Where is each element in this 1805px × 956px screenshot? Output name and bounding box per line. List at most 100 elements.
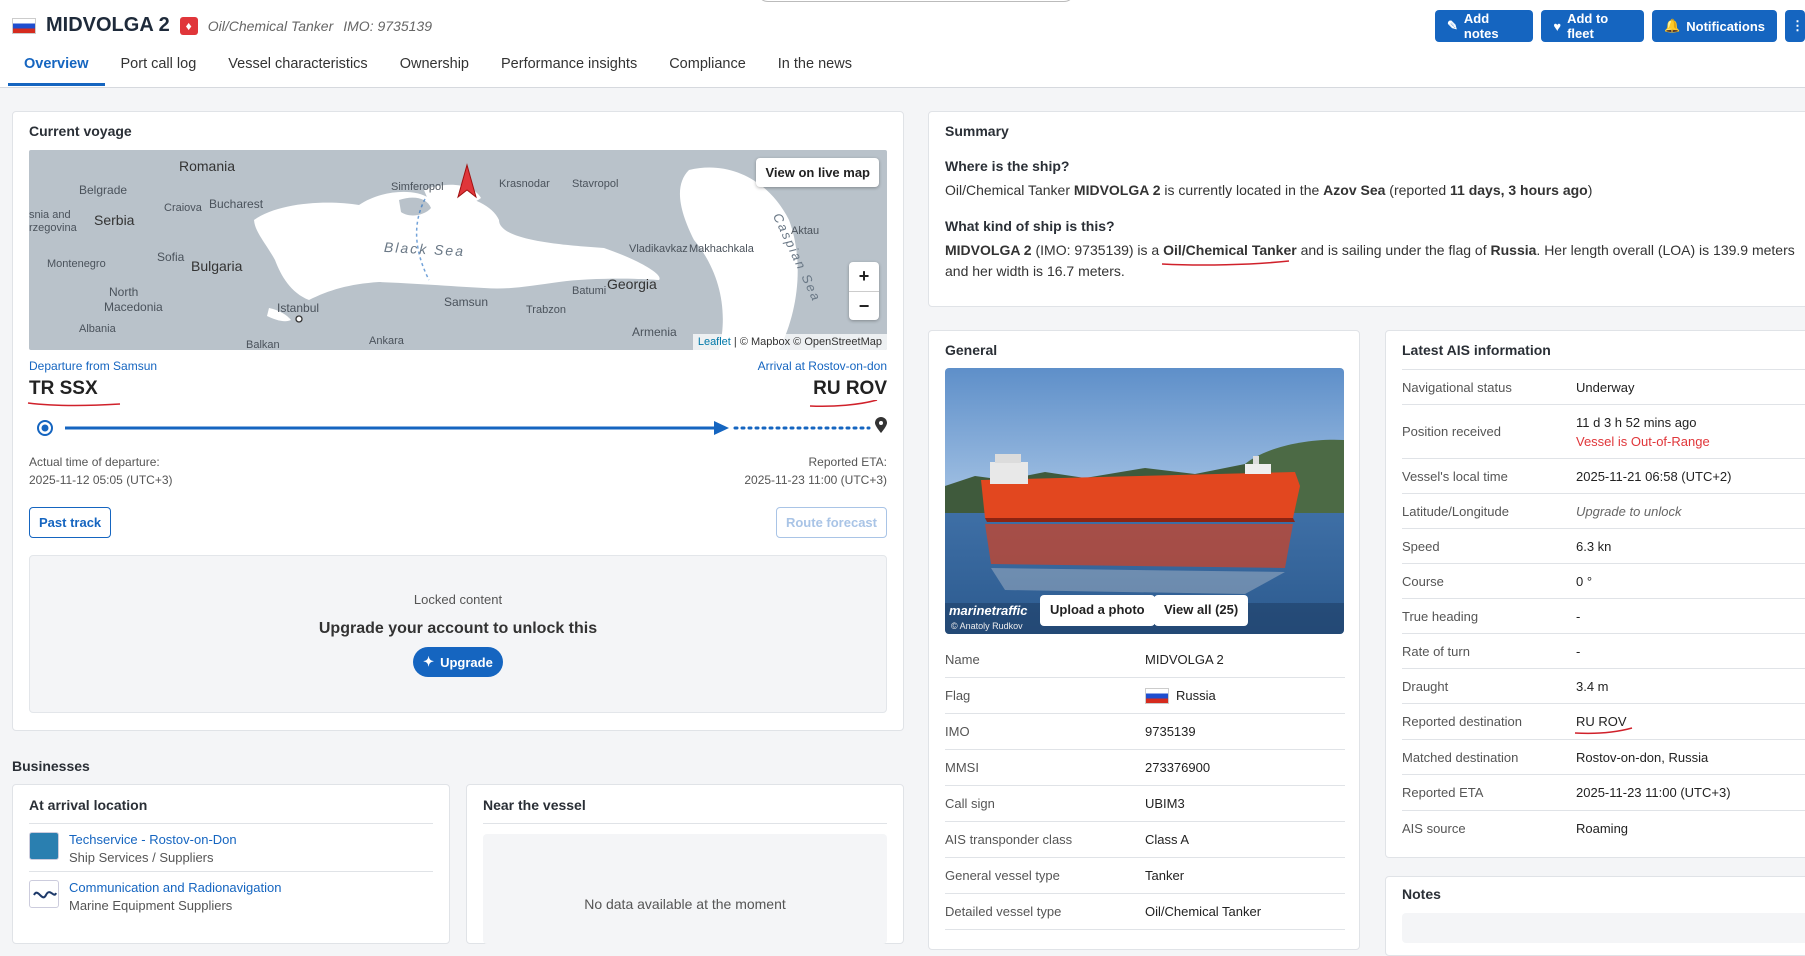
route-forecast-button[interactable]: Route forecast (775, 507, 887, 538)
text: Oil/Chemical Tanker (1163, 242, 1297, 258)
voyage-map[interactable]: Romania Belgrade Craiova Bucharest Serbi… (29, 150, 887, 350)
tab-ownership[interactable]: Ownership (384, 48, 485, 86)
tab-in-the-news[interactable]: In the news (762, 48, 868, 86)
zoom-in-button[interactable]: + (849, 262, 879, 291)
view-all-photos-button[interactable]: View all (25) (1154, 595, 1249, 626)
tab-overview[interactable]: Overview (8, 48, 105, 86)
tab-performance-insights[interactable]: Performance insights (485, 48, 653, 86)
row-key: Course (1402, 573, 1444, 589)
business-list: Techservice - Rostov-on-Don Ship Services… (29, 823, 433, 919)
lat-lon-locked[interactable]: Upgrade to unlock (1576, 504, 1682, 519)
row-key: General vessel type (945, 868, 1060, 883)
add-to-fleet-button[interactable]: ♥ Add to fleet (1541, 10, 1645, 42)
notes-card: Notes (1385, 876, 1805, 956)
business-name[interactable]: Communication and Radionavigation (69, 880, 281, 895)
table-row: Latitude/Longitude Upgrade to unlock (1402, 494, 1805, 529)
more-menu-button[interactable]: ⋮ (1785, 10, 1805, 42)
table-row: Flag Russia (945, 678, 1345, 714)
add-notes-button[interactable]: ✎ Add notes (1435, 10, 1534, 42)
row-key: Name (945, 652, 980, 667)
search-bar[interactable] (757, 0, 1075, 2)
current-voyage-card: Current voyage Romania Belgrade Craiova … (12, 111, 904, 731)
zoom-out-button[interactable]: − (849, 291, 879, 320)
table-row: MMSI 273376900 (945, 750, 1345, 786)
row-key: Reported destination (1402, 714, 1522, 729)
summary-title: Summary (945, 123, 1009, 139)
row-key: Position received (1402, 424, 1501, 439)
position-received-values: 11 d 3 h 52 mins ago Vessel is Out-of-Ran… (1576, 415, 1710, 449)
reported-destination-value: RU ROV (1574, 714, 1633, 735)
photo-brand: marinetraffic (949, 603, 1028, 618)
tab-port-call-log[interactable]: Port call log (105, 48, 213, 86)
departure-port[interactable]: TR SSX (29, 378, 98, 399)
vessel-type-highlight: Oil/Chemical Tanker (1162, 240, 1297, 266)
text: and is sailing under the flag of (1296, 242, 1491, 258)
map-label-vladikavkaz: Vladikavkaz (629, 243, 688, 255)
row-value: Underway (1576, 379, 1635, 395)
row-key: True heading (1402, 608, 1479, 624)
row-key: AIS source (1402, 821, 1466, 836)
view-on-live-map-button[interactable]: View on live map (756, 158, 879, 187)
notes-title: Notes (1402, 886, 1441, 902)
near-vessel-card: Near the vessel No data available at the… (466, 784, 904, 944)
vessel-tabs: Overview Port call log Vessel characteri… (8, 48, 868, 86)
summary-body: Where is the ship? Oil/Chemical Tanker M… (945, 146, 1805, 282)
row-value: 9735139 (1145, 724, 1196, 739)
table-row: Vessel's local time 2025-11-21 06:58 (UTC… (1402, 459, 1805, 494)
vessel-photo[interactable]: marinetraffic © Anatoly Rudkov Upload a … (945, 368, 1344, 634)
map-label-albania: Albania (79, 323, 116, 335)
arrival-port[interactable]: RU ROV (813, 378, 887, 399)
summary-question-location: Where is the ship? (945, 158, 1070, 174)
row-value: - (1576, 643, 1581, 659)
row-value: Russia (1176, 688, 1216, 703)
table-row: Course 0 ° (1402, 564, 1805, 599)
russia-flag-icon (1145, 687, 1169, 704)
upload-photo-button[interactable]: Upload a photo (1040, 595, 1155, 626)
map-label-krasnodar: Krasnodar (499, 178, 550, 190)
destination-underline-annotation (1574, 727, 1633, 735)
text: Azov Sea (1323, 182, 1386, 198)
russia-flag-icon (12, 17, 36, 34)
businesses-title: Businesses (12, 758, 90, 774)
map-label-ankara: Ankara (369, 335, 404, 347)
departure-underline-annotation (27, 402, 121, 407)
leaflet-link[interactable]: Leaflet (698, 336, 731, 348)
locked-content-panel: Locked content Upgrade your account to u… (29, 555, 887, 713)
vessel-header: MIDVOLGA 2 ♦ Oil/Chemical Tanker IMO: 97… (0, 0, 1805, 88)
map-label-samsun: Samsun (444, 295, 489, 309)
vessel-name: MIDVOLGA 2 (46, 14, 170, 36)
row-value: 273376900 (1145, 760, 1211, 775)
table-row: Name MIDVOLGA 2 (945, 642, 1345, 678)
current-voyage-title: Current voyage (29, 123, 132, 139)
row-key: Matched destination (1402, 749, 1519, 765)
past-track-button[interactable]: Past track (29, 507, 112, 538)
row-key: Call sign (945, 796, 995, 811)
text: is currently located in the (1160, 182, 1324, 198)
eta-label: Reported ETA: (808, 455, 887, 469)
bell-icon: 🔔 (1664, 18, 1681, 33)
table-row: AIS transponder class Class A (945, 822, 1345, 858)
ais-card: Latest AIS information Navigational stat… (1385, 330, 1805, 858)
business-name[interactable]: Techservice - Rostov-on-Don (69, 832, 237, 847)
text: MIDVOLGA 2 (945, 242, 1032, 258)
row-value: 6.3 kn (1576, 538, 1612, 554)
map-label-balkan: Balkan (246, 339, 280, 350)
list-item[interactable]: Communication and Radionavigation Marine … (29, 872, 433, 919)
notifications-button[interactable]: 🔔 Notifications (1652, 10, 1777, 42)
row-key: AIS transponder class (945, 832, 1073, 847)
row-value: - (1576, 608, 1581, 624)
map-label-north: North (109, 285, 139, 299)
row-value: 2025-11-21 06:58 (UTC+2) (1576, 468, 1732, 484)
row-key: Rate of turn (1402, 643, 1470, 659)
more-icon: ⋮ (1791, 18, 1804, 33)
notes-input[interactable] (1402, 913, 1805, 943)
tab-vessel-characteristics[interactable]: Vessel characteristics (212, 48, 383, 86)
tab-compliance[interactable]: Compliance (653, 48, 762, 86)
row-key: Latitude/Longitude (1402, 503, 1509, 519)
map-label-istanbul: Istanbul (277, 301, 320, 315)
summary-answer-location: Oil/Chemical Tanker MIDVOLGA 2 is curren… (945, 180, 1805, 201)
upgrade-button[interactable]: ✦ Upgrade (413, 647, 503, 677)
map-attribution: Leaflet | © Mapbox © OpenStreetMap (692, 334, 887, 350)
list-item[interactable]: Techservice - Rostov-on-Don Ship Services… (29, 824, 433, 872)
map-label-batumi: Batumi (572, 285, 607, 297)
